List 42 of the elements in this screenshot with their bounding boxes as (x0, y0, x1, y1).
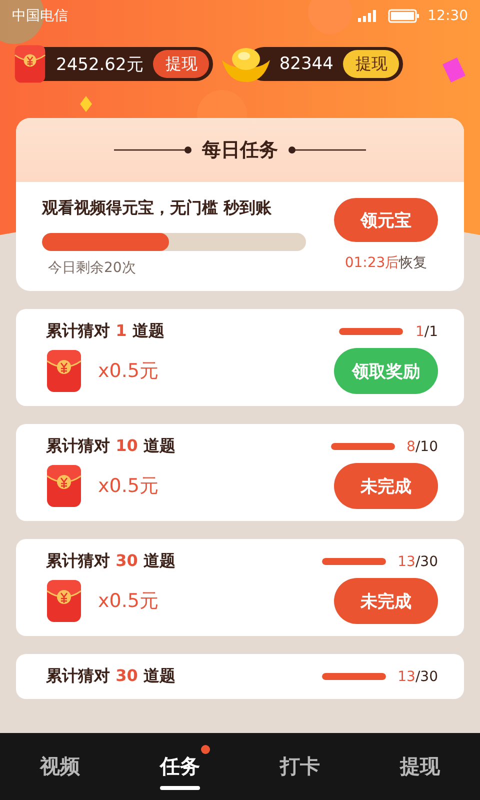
progress-done: 13 (398, 668, 416, 684)
claim-ingot-button[interactable]: 领元宝 (334, 198, 438, 242)
envelope-icon (14, 44, 46, 84)
balance-amount: 2452.62元 (56, 54, 144, 76)
carrier-name: 中国电信 (12, 7, 68, 25)
reward-amount: x0.5元 (98, 589, 160, 614)
withdraw-button[interactable]: 提现 (153, 50, 210, 78)
progress-total: /30 (415, 668, 438, 684)
envelope-icon (46, 349, 82, 393)
incomplete-button[interactable]: 未完成 (334, 578, 438, 624)
remaining-count: 今日剩余20次 (48, 259, 137, 277)
reward-amount: x0.5元 (98, 359, 160, 384)
progress-total: /10 (415, 438, 438, 454)
ornament-line-icon (114, 146, 192, 154)
progress-total: /30 (415, 554, 438, 570)
task-title: 累计猜对 10 道题 (46, 436, 176, 457)
nav-tab[interactable]: 提现 (398, 749, 442, 784)
restore-label: 恢复 (399, 255, 428, 271)
incomplete-button[interactable]: 未完成 (334, 463, 438, 509)
cooldown-time: 01:23后 (344, 255, 400, 271)
nav-tab[interactable]: 视频 (38, 749, 82, 784)
nav-tab[interactable]: 打卡 (278, 749, 322, 784)
withdraw-button[interactable]: 提现 (343, 50, 400, 78)
balance-amount: 82344 (279, 54, 334, 74)
progress-done: 1 (415, 324, 424, 340)
clock-time: 12:30 (428, 8, 468, 24)
sparkle-decoration (80, 96, 92, 112)
envelope-icon (46, 579, 82, 623)
progress-done: 8 (406, 438, 416, 454)
nav-tab[interactable]: 任务 (158, 749, 202, 784)
progress-total: /1 (424, 324, 438, 340)
task-title: 累计猜对 30 道题 (46, 551, 176, 572)
task-description: 观看视频得元宝，无门槛 秒到账 (42, 198, 273, 219)
ornament-line-icon (288, 146, 366, 154)
section-title: 每日任务 (202, 138, 278, 163)
active-tab-indicator (160, 786, 200, 790)
envelope-icon (46, 464, 82, 508)
progress-done: 13 (398, 554, 416, 570)
task-title: 累计猜对 30 道题 (46, 666, 176, 687)
battery-icon (388, 9, 420, 23)
task-title: 累计猜对 1 道题 (46, 321, 166, 342)
reward-amount: x0.5元 (98, 474, 160, 499)
